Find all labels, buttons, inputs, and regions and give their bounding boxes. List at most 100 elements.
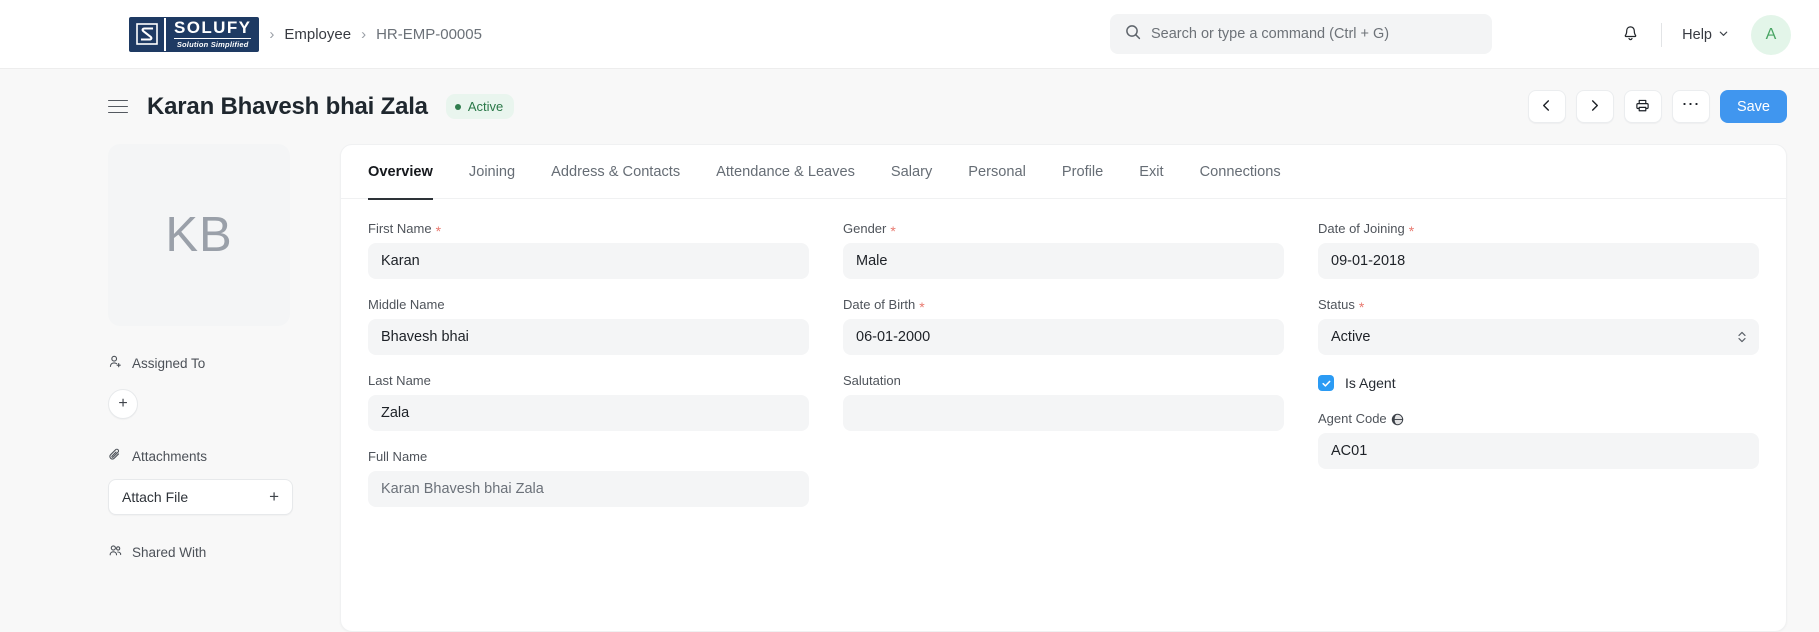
help-label: Help xyxy=(1682,26,1712,43)
required-indicator: * xyxy=(435,222,442,239)
field-is-agent[interactable]: Is Agent xyxy=(1318,375,1759,391)
middle-name-input[interactable]: Bhavesh bhai xyxy=(368,319,809,355)
document-title-row: Karan Bhavesh bhai Zala Active ⋯ Save xyxy=(0,69,1819,144)
tab-connections[interactable]: Connections xyxy=(1200,146,1281,200)
search-input[interactable] xyxy=(1151,26,1477,42)
navbar-divider xyxy=(1661,22,1663,47)
breadcrumb-current: HR-EMP-00005 xyxy=(376,25,482,43)
navbar-actions: Help A xyxy=(1613,0,1791,69)
attach-file-label: Attach File xyxy=(122,489,189,505)
tab-profile[interactable]: Profile xyxy=(1062,146,1103,200)
date-of-joining-input[interactable]: 09-01-2018 xyxy=(1318,243,1759,279)
document-sidebar: KB Assigned To + Attachments Attach File… xyxy=(0,144,293,632)
required-indicator: * xyxy=(1408,222,1415,239)
chevron-down-icon xyxy=(1718,27,1729,43)
field-agent-code: Agent Code AC01 xyxy=(1318,411,1759,469)
notifications-button[interactable] xyxy=(1613,18,1647,52)
avatar[interactable]: A xyxy=(1751,14,1791,55)
logo-word: SOLUFY xyxy=(174,17,252,37)
required-indicator: * xyxy=(890,222,896,239)
print-button[interactable] xyxy=(1623,90,1662,123)
full-name-label: Full Name xyxy=(368,449,809,464)
field-last-name: Last Name Zala xyxy=(368,373,809,431)
global-search[interactable] xyxy=(1110,14,1492,54)
plus-icon: + xyxy=(269,487,279,506)
salutation-input[interactable] xyxy=(843,395,1284,431)
first-name-label: First Name * xyxy=(368,221,809,239)
full-name-label-text: Full Name xyxy=(368,449,428,464)
tab-salary[interactable]: Salary xyxy=(891,146,932,200)
app-logo[interactable]: SOLUFY Solution Simplified xyxy=(129,16,260,52)
top-navbar: SOLUFY Solution Simplified › Employee › … xyxy=(0,0,1819,69)
more-options-button[interactable]: ⋯ xyxy=(1671,90,1710,123)
globe-icon xyxy=(1391,413,1404,426)
breadcrumb-link-employee[interactable]: Employee xyxy=(284,26,351,43)
full-name-value: Karan Bhavesh bhai Zala xyxy=(368,471,809,507)
salutation-label: Salutation xyxy=(843,373,1284,388)
save-button[interactable]: Save xyxy=(1719,90,1787,123)
date-of-birth-label-text: Date of Birth xyxy=(843,297,916,312)
first-name-input[interactable]: Karan xyxy=(368,243,809,279)
logo-wordmark: SOLUFY Solution Simplified xyxy=(166,17,259,51)
employee-avatar[interactable]: KB xyxy=(108,144,290,326)
is-agent-checkbox[interactable] xyxy=(1318,375,1334,391)
form-card: Overview Joining Address & Contacts Atte… xyxy=(340,144,1787,632)
user-plus-icon xyxy=(108,354,123,372)
gender-label-text: Gender xyxy=(843,221,887,236)
chevron-right-icon xyxy=(1588,99,1601,115)
salutation-label-text: Salutation xyxy=(843,373,901,388)
tab-joining[interactable]: Joining xyxy=(469,146,515,200)
chevron-left-icon xyxy=(1540,99,1553,115)
breadcrumb-separator-2: › xyxy=(361,25,367,43)
tab-exit[interactable]: Exit xyxy=(1139,146,1163,200)
middle-name-label-text: Middle Name xyxy=(368,297,445,312)
field-first-name: First Name * Karan xyxy=(368,221,809,279)
is-agent-label: Is Agent xyxy=(1345,375,1396,391)
page-title: Karan Bhavesh bhai Zala xyxy=(147,92,428,120)
document-actions: ⋯ Save xyxy=(1527,90,1787,123)
logo-tagline: Solution Simplified xyxy=(174,37,252,50)
attach-file-button[interactable]: Attach File + xyxy=(108,479,293,515)
tab-overview[interactable]: Overview xyxy=(368,146,433,200)
field-date-of-joining: Date of Joining * 09-01-2018 xyxy=(1318,221,1759,279)
first-name-label-text: First Name xyxy=(368,221,432,236)
breadcrumb-separator-1: › xyxy=(269,25,275,43)
form-column-3: Date of Joining * 09-01-2018 Status * Ac… xyxy=(1318,221,1759,525)
form-tabs: Overview Joining Address & Contacts Atte… xyxy=(341,145,1786,200)
page-body: KB Assigned To + Attachments Attach File… xyxy=(0,144,1819,632)
tab-address-contacts[interactable]: Address & Contacts xyxy=(551,146,680,200)
assigned-to-section: Assigned To + xyxy=(108,354,290,419)
shared-with-header: Shared With xyxy=(108,543,290,561)
shared-with-label: Shared With xyxy=(132,544,207,560)
date-of-joining-label: Date of Joining * xyxy=(1318,221,1759,239)
date-of-birth-input[interactable]: 06-01-2000 xyxy=(843,319,1284,355)
form-column-1: First Name * Karan Middle Name Bhavesh b… xyxy=(368,221,809,525)
last-name-input[interactable]: Zala xyxy=(368,395,809,431)
status-label-text: Status xyxy=(1318,297,1355,312)
hamburger-icon[interactable] xyxy=(108,99,128,114)
field-salutation: Salutation xyxy=(843,373,1284,431)
last-name-label-text: Last Name xyxy=(368,373,431,388)
required-indicator: * xyxy=(919,298,925,315)
status-badge-label: Active xyxy=(467,99,504,114)
status-select-wrap: Active xyxy=(1318,319,1759,355)
shared-with-section: Shared With xyxy=(108,543,290,561)
gender-label: Gender * xyxy=(843,221,1284,239)
prev-document-button[interactable] xyxy=(1527,90,1566,123)
next-document-button[interactable] xyxy=(1575,90,1614,123)
agent-code-input[interactable]: AC01 xyxy=(1318,433,1759,469)
tab-personal[interactable]: Personal xyxy=(968,146,1026,200)
last-name-label: Last Name xyxy=(368,373,809,388)
field-date-of-birth: Date of Birth * 06-01-2000 xyxy=(843,297,1284,355)
printer-icon xyxy=(1635,98,1650,116)
gender-input[interactable]: Male xyxy=(843,243,1284,279)
attachments-header: Attachments xyxy=(108,447,290,465)
status-select[interactable]: Active xyxy=(1318,319,1759,355)
bell-icon xyxy=(1621,24,1640,46)
overview-form: First Name * Karan Middle Name Bhavesh b… xyxy=(341,199,1786,525)
tab-attendance-leaves[interactable]: Attendance & Leaves xyxy=(716,146,855,200)
add-assignee-button[interactable]: + xyxy=(108,389,138,419)
assigned-to-label: Assigned To xyxy=(132,355,206,371)
help-menu-button[interactable]: Help xyxy=(1676,23,1735,47)
field-status: Status * Active xyxy=(1318,297,1759,355)
